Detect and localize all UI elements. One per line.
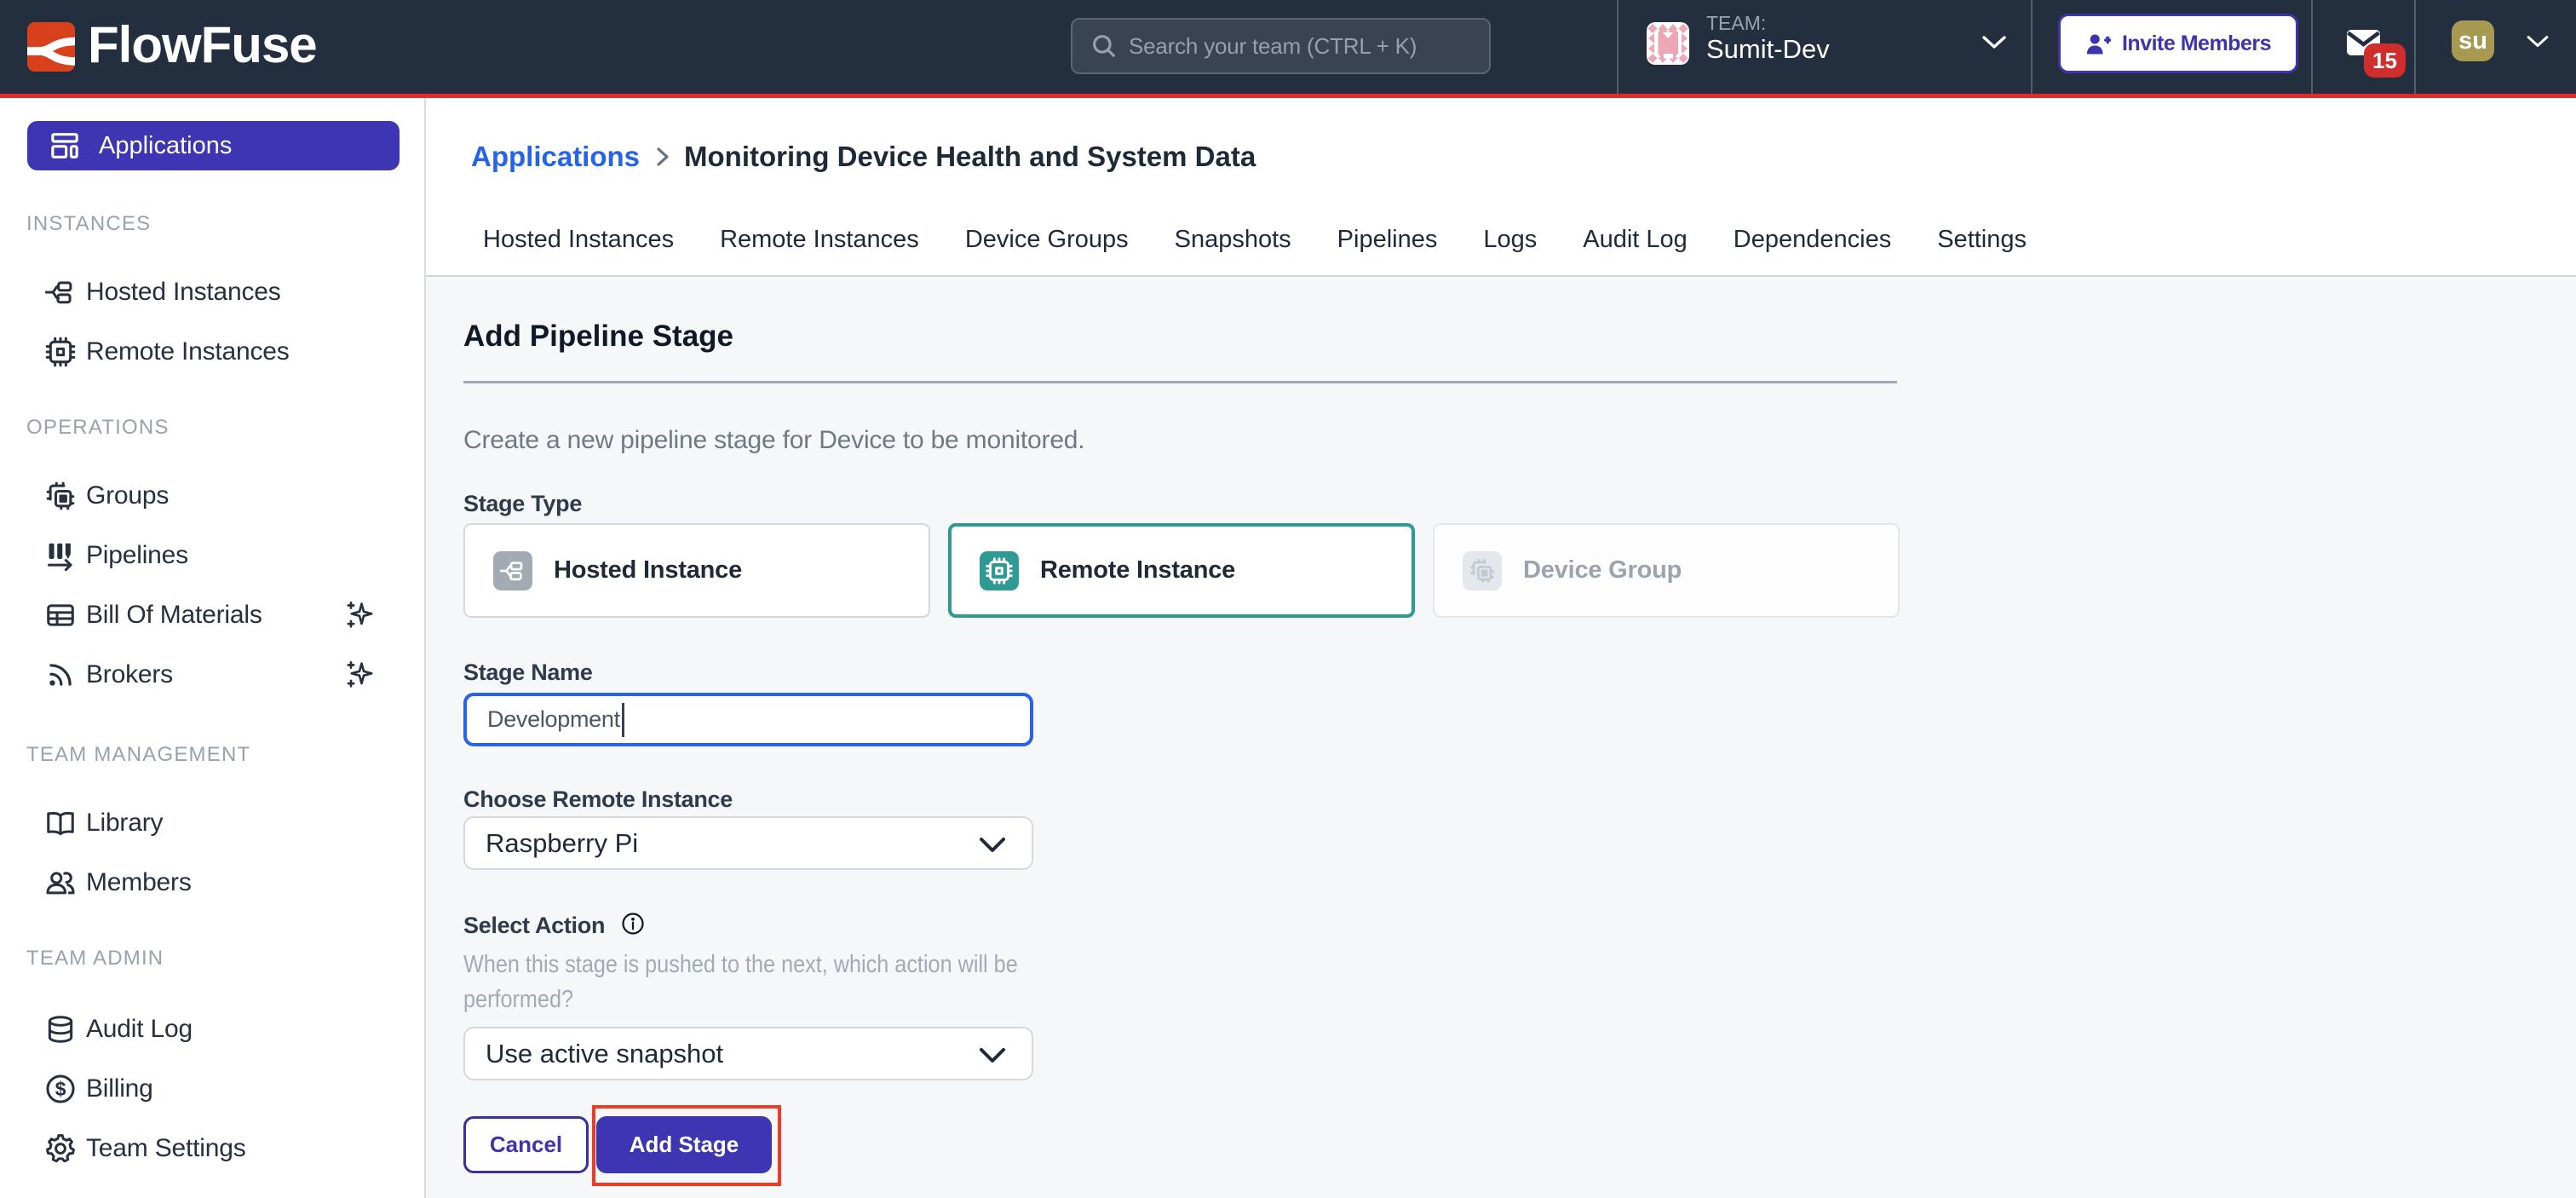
svg-text:$: $ bbox=[55, 1078, 66, 1100]
